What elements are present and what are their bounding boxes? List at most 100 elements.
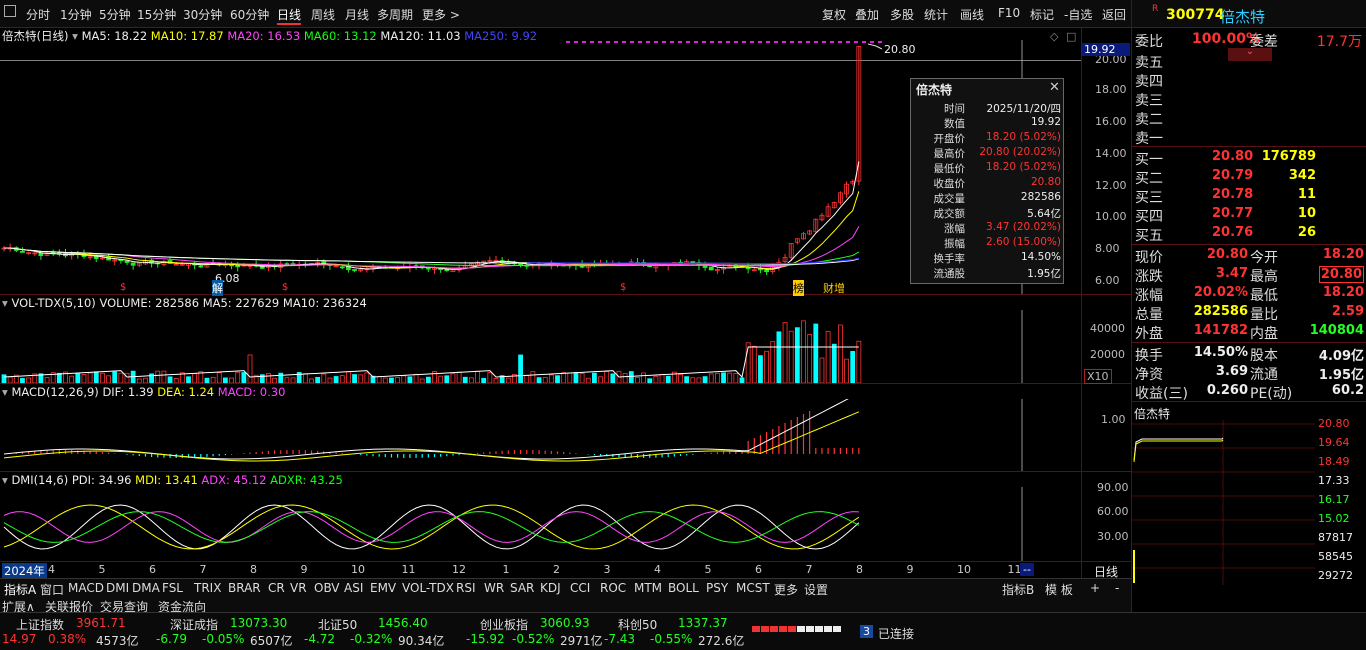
event-dot: [686, 41, 690, 43]
divider-v: [1081, 28, 1082, 580]
volume-bar: [604, 371, 610, 383]
stat-value: 3.47: [1215, 266, 1248, 281]
indicator-tab[interactable]: DMA: [132, 581, 160, 595]
event-dot: [830, 41, 834, 43]
period-5min[interactable]: 5分钟: [99, 6, 131, 23]
sell-level: 卖三: [1132, 90, 1366, 109]
period-multi[interactable]: 多周期: [377, 6, 413, 23]
period-60min[interactable]: 60分钟: [230, 6, 269, 23]
stat-value: 14.50%: [1193, 345, 1248, 360]
tooltip-row: 成交量 282586: [911, 191, 1065, 206]
dmi-chart[interactable]: [0, 487, 1081, 561]
period-monthly[interactable]: 月线: [345, 6, 369, 23]
volume-bar: [678, 374, 683, 383]
fuquan-button[interactable]: 复权: [822, 6, 846, 23]
indicator-tab[interactable]: CR: [268, 581, 285, 595]
period-daily[interactable]: 日线: [277, 6, 302, 25]
mini-volume-bar: [1133, 550, 1135, 583]
period-1min[interactable]: 1分钟: [60, 6, 92, 23]
volume-chart[interactable]: [0, 310, 1081, 383]
event-dot: [798, 41, 802, 43]
indicator-tab[interactable]: PSY: [706, 581, 728, 595]
tooltip-row: 流通股 1.95亿: [911, 266, 1065, 281]
draw-button[interactable]: 画线: [960, 6, 984, 23]
quote-divider: [1132, 401, 1366, 402]
overlay-button[interactable]: 叠加: [855, 6, 879, 23]
volume-bar: [702, 376, 708, 383]
price-tick: 6.00: [1095, 274, 1120, 287]
volume-bar: [345, 371, 351, 383]
divider-h2: [0, 383, 1131, 384]
stat-value: 140804: [1309, 323, 1364, 338]
indicator-tab[interactable]: OBV: [314, 581, 340, 595]
f10-button[interactable]: F10: [998, 6, 1020, 20]
multi-stock-button[interactable]: 多股: [890, 6, 914, 23]
volume-bar: [819, 357, 825, 383]
period-more[interactable]: 更多 >: [422, 6, 460, 23]
indicator-tab[interactable]: MACD: [68, 581, 104, 595]
macd-chart[interactable]: [0, 399, 1081, 471]
volume-bar: [26, 377, 32, 383]
indicator-tab[interactable]: BRAR: [228, 581, 261, 595]
indicator-tab[interactable]: DMI: [106, 581, 129, 595]
event-dot: [806, 41, 810, 43]
mini-axis-tick: 20.80: [1318, 417, 1350, 430]
stat-value: 3.69: [1215, 364, 1248, 379]
unlock-marker[interactable]: 解: [212, 280, 223, 296]
tooltip-title: 倍杰特: [916, 83, 953, 97]
indicator-tab[interactable]: WR: [484, 581, 504, 595]
buy-level: 买三 20.78 11: [1132, 187, 1366, 206]
indicator-tab[interactable]: KDJ: [540, 581, 561, 595]
event-dot: [766, 41, 770, 43]
finance-marker[interactable]: 财增: [823, 280, 845, 296]
volume-bar: [284, 377, 290, 383]
status-bar: 上证指数 3961.71 14.97 0.38% 4573亿 深证成指 13073.30 -6…: [0, 612, 1366, 650]
mini-intraday-chart[interactable]: [1132, 420, 1315, 585]
indicator-tab[interactable]: BOLL: [668, 581, 699, 595]
tooltip-value: 19.92: [1030, 116, 1061, 128]
indicator-tab[interactable]: SAR: [510, 581, 534, 595]
volume-bar: [641, 372, 646, 383]
indicator-tab[interactable]: EMV: [370, 581, 396, 595]
mark-button[interactable]: 标记: [1030, 6, 1054, 23]
indicator-right-tab[interactable]: +: [1090, 581, 1100, 595]
back-button[interactable]: 返回: [1102, 6, 1126, 23]
indicator-tab[interactable]: VOL-TDX: [402, 581, 454, 595]
cursor-date: --: [1020, 563, 1034, 576]
indicator-tab[interactable]: TRIX: [194, 581, 221, 595]
period-30min[interactable]: 30分钟: [183, 6, 222, 23]
close-icon[interactable]: ✕: [1049, 80, 1060, 95]
stat-label: 换手: [1135, 348, 1163, 364]
month-label: 7: [199, 563, 207, 576]
indicator-tab[interactable]: RSI: [456, 581, 476, 595]
list-marker[interactable]: 榜: [793, 280, 804, 296]
candle-body: [130, 262, 136, 266]
dmi-legend: ▾ DMI(14,6) PDI: 34.96 MDI: 13.41 ADX: 4…: [2, 473, 343, 487]
indicator-tab[interactable]: ASI: [344, 581, 363, 595]
indicator-tab[interactable]: MCST: [736, 581, 770, 595]
connection-icon[interactable]: 3: [860, 625, 873, 638]
period-weekly[interactable]: 周线: [311, 6, 335, 23]
period-15min[interactable]: 15分钟: [137, 6, 176, 23]
tooltip-value: 5.64亿: [1027, 208, 1061, 220]
tooltip-row: 换手率 14.50%: [911, 251, 1065, 266]
indicator-right-tab[interactable]: -: [1115, 581, 1119, 595]
indicator-tab[interactable]: VR: [290, 581, 307, 595]
watchlist-remove-button[interactable]: -自选: [1064, 6, 1092, 23]
indicator-tab[interactable]: MTM: [634, 581, 662, 595]
indicator-tab[interactable]: FSL: [162, 581, 183, 595]
indicator-tab[interactable]: CCI: [570, 581, 590, 595]
stat-label: 总量: [1135, 307, 1163, 323]
index-change: 14.97: [2, 632, 37, 646]
period-fenshi[interactable]: 分时: [26, 6, 50, 23]
buy-level: 买二 20.79 342: [1132, 168, 1366, 187]
indicator-tab[interactable]: ROC: [600, 581, 626, 595]
sell-label: 卖五: [1135, 55, 1163, 71]
volume-bar: [813, 323, 819, 383]
menu-icon[interactable]: [4, 5, 16, 17]
stats-button[interactable]: 统计: [924, 6, 948, 23]
event-dot: [774, 41, 778, 43]
stat-label: 外盘: [1135, 326, 1163, 342]
stat-value: 4.09亿: [1318, 349, 1364, 364]
stat-label: 最高: [1250, 269, 1278, 285]
